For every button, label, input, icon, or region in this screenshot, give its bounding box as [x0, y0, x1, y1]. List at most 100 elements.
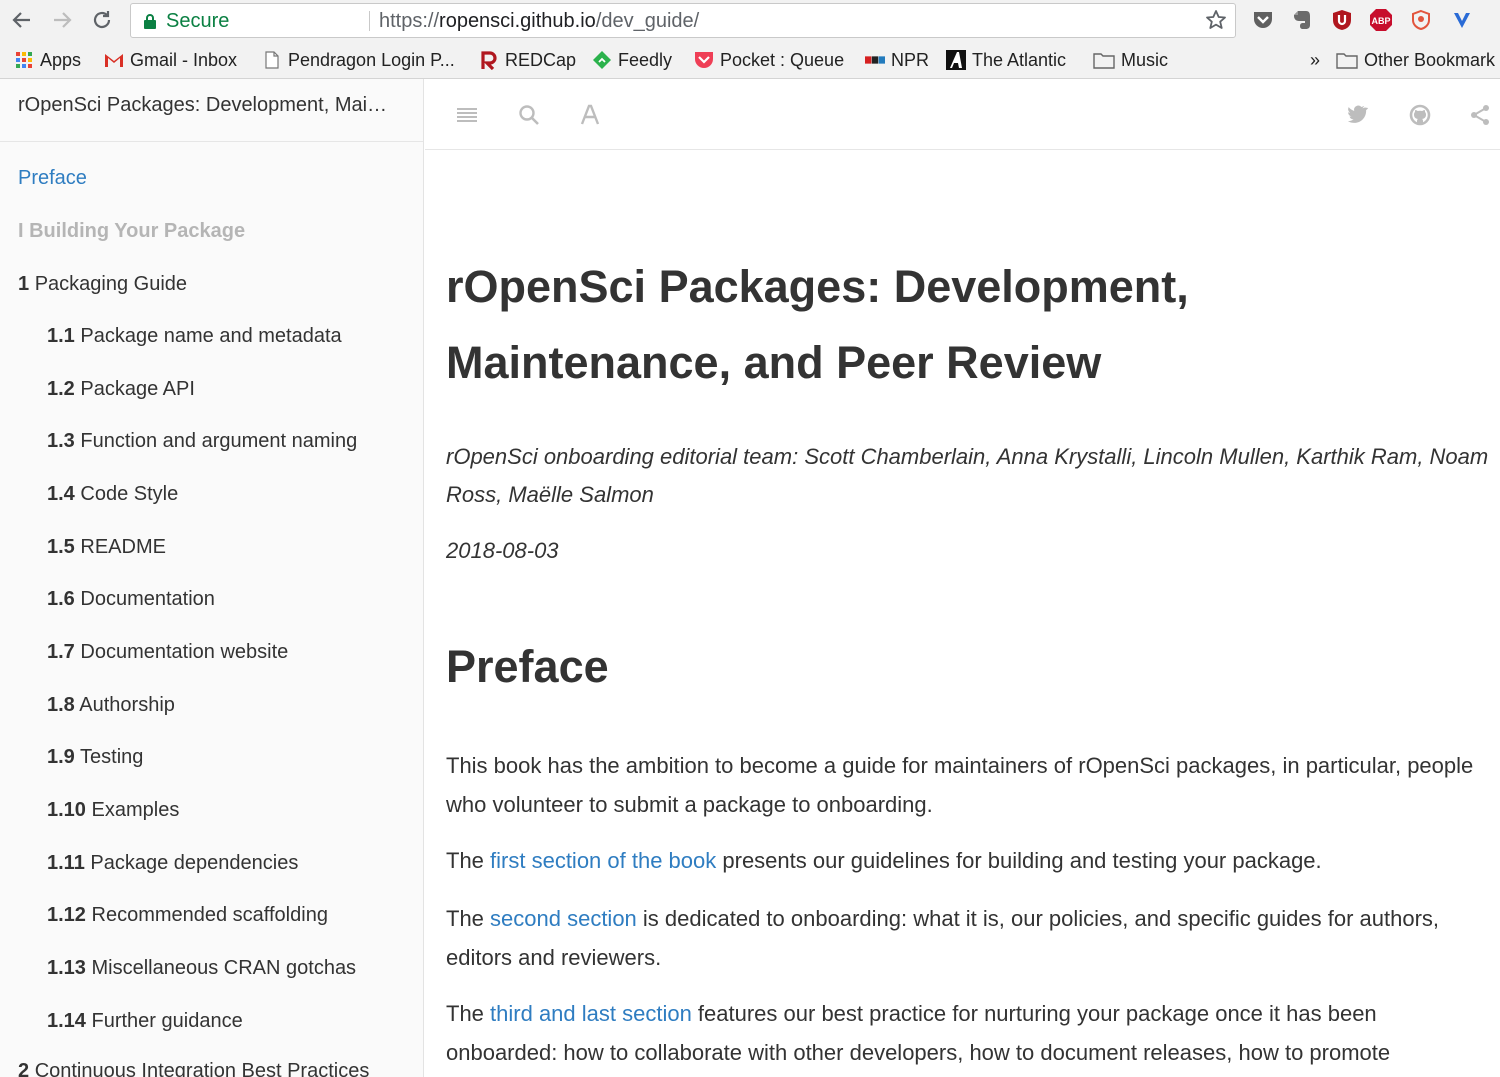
- toc-item[interactable]: 1.12 Recommended scaffolding: [47, 904, 328, 927]
- book-header-toolbar: [425, 79, 1500, 150]
- toc-label: Recommended scaffolding: [91, 904, 328, 926]
- preface-paragraph-4: The third and last section features our …: [446, 994, 1491, 1072]
- bookmark-apps[interactable]: Apps: [14, 49, 81, 71]
- bookmark-label: Pocket : Queue: [720, 49, 845, 70]
- toc-item[interactable]: 1.1 Package name and metadata: [47, 325, 342, 348]
- toc-item[interactable]: 1.13 Miscellaneous CRAN gotchas: [47, 957, 356, 980]
- toggle-sidebar-button[interactable]: [455, 103, 479, 127]
- github-button[interactable]: [1408, 103, 1432, 127]
- toc-item[interactable]: 1.3 Function and argument naming: [47, 430, 357, 453]
- third-section-link[interactable]: third and last section: [490, 1001, 692, 1026]
- reload-button[interactable]: [88, 6, 116, 34]
- privacy-badger-ext-icon[interactable]: [1409, 8, 1433, 32]
- bookmark-other[interactable]: Other Bookmark: [1336, 49, 1495, 71]
- toc-label: Package name and metadata: [80, 325, 342, 347]
- abp-text: ABP: [1371, 16, 1390, 26]
- gmail-icon: [104, 50, 124, 70]
- bookmark-label: The Atlantic: [972, 49, 1067, 70]
- adblock-plus-ext-icon[interactable]: ABP: [1369, 8, 1393, 32]
- ublock-ext-icon[interactable]: [1330, 8, 1354, 32]
- url-host: ropensci.github.io: [439, 10, 596, 32]
- share-button[interactable]: [1468, 103, 1492, 127]
- pocket-ext-icon[interactable]: [1251, 8, 1275, 32]
- browser-toolbar: Secure https://ropensci.github.io/dev_gu…: [0, 0, 1500, 41]
- omnibox-separator: [369, 11, 370, 31]
- preface-heading: Preface: [446, 641, 609, 692]
- address-bar[interactable]: Secure https://ropensci.github.io/dev_gu…: [130, 3, 1236, 38]
- toc-item[interactable]: 1.4 Code Style: [47, 483, 178, 506]
- bookmark-atlantic[interactable]: The Atlantic: [946, 49, 1066, 71]
- page-icon: [262, 50, 282, 70]
- redcap-icon: [479, 50, 499, 70]
- toc-item[interactable]: 1.7 Documentation website: [47, 641, 288, 664]
- forward-arrow-icon: [54, 12, 72, 28]
- toc-item-preface[interactable]: Preface: [18, 167, 87, 190]
- toc-label: Further guidance: [91, 1010, 243, 1032]
- text: The: [446, 848, 491, 873]
- toc-number: 1.10: [47, 799, 86, 821]
- twitter-share-button[interactable]: [1346, 103, 1370, 127]
- toc-item[interactable]: 1.5 README: [47, 536, 166, 559]
- toc-item[interactable]: 1.14 Further guidance: [47, 1010, 243, 1033]
- twitter-icon: [1347, 105, 1369, 123]
- evernote-ext-icon[interactable]: [1290, 8, 1314, 32]
- bookmark-gmail[interactable]: Gmail - Inbox: [104, 49, 237, 71]
- npr-icon: [865, 50, 885, 70]
- toc-item[interactable]: 1.8 Authorship: [47, 694, 175, 717]
- toc-label: Examples: [91, 799, 180, 821]
- share-icon: [1471, 105, 1489, 125]
- toc-number: 1.12: [47, 904, 86, 926]
- bookmark-label: REDCap: [505, 49, 577, 70]
- bookmark-redcap[interactable]: REDCap: [479, 49, 576, 71]
- text: presents our guidelines for building and…: [716, 848, 1322, 873]
- back-button[interactable]: [8, 6, 36, 34]
- bookmark-label: Feedly: [618, 49, 673, 70]
- toc-item[interactable]: 1.6 Documentation: [47, 588, 215, 611]
- book-date: 2018-08-03: [446, 538, 559, 563]
- font-settings-button[interactable]: [578, 103, 602, 127]
- toc-number: 1.14: [47, 1010, 86, 1032]
- toc-item[interactable]: 1.10 Examples: [47, 799, 179, 822]
- bookmark-label: Pendragon Login P...: [288, 49, 455, 70]
- toc-item[interactable]: 1.11 Package dependencies: [47, 852, 298, 875]
- second-section-link[interactable]: second section: [490, 906, 637, 931]
- toc-label: Documentation website: [80, 641, 289, 663]
- toc-number: 2: [18, 1060, 30, 1077]
- toc-number: 1: [18, 273, 30, 295]
- font-icon: [580, 104, 600, 125]
- book-title[interactable]: rOpenSci Packages: Development, Mai…: [18, 94, 408, 117]
- lock-icon: [143, 13, 157, 35]
- toc-number: 1.6: [47, 588, 75, 610]
- toc-item[interactable]: 1.2 Package API: [47, 378, 195, 401]
- vivaldi-ext-icon[interactable]: [1450, 8, 1474, 32]
- toc-part-heading: I Building Your Package: [18, 220, 246, 242]
- toc-chapter-1[interactable]: 1 Packaging Guide: [18, 273, 187, 296]
- toc-number: 1.11: [47, 852, 85, 874]
- title-line-2: Maintenance, and Peer Review: [446, 337, 1102, 388]
- bookmarks-bar: Apps Gmail - Inbox Pendragon Login P... …: [0, 41, 1500, 79]
- toc-label: Testing: [80, 746, 144, 768]
- bookmark-pendragon[interactable]: Pendragon Login P...: [262, 49, 455, 71]
- bookmark-pocket[interactable]: Pocket : Queue: [694, 49, 844, 71]
- bookmarks-overflow-button[interactable]: »: [1310, 49, 1320, 71]
- toc-number: 1.13: [47, 957, 86, 979]
- bookmark-npr[interactable]: NPR: [865, 49, 929, 71]
- preface-paragraph-3: The second section is dedicated to onboa…: [446, 899, 1491, 977]
- back-arrow-icon: [12, 12, 30, 28]
- bookmark-star-icon[interactable]: [1205, 9, 1227, 36]
- toc-number: 1.9: [47, 746, 75, 768]
- search-button[interactable]: [517, 103, 541, 127]
- url-text[interactable]: https://ropensci.github.io/dev_guide/: [379, 10, 699, 33]
- bookmark-feedly[interactable]: Feedly: [592, 49, 672, 71]
- bookmark-music[interactable]: Music: [1093, 49, 1168, 71]
- github-icon: [1409, 104, 1431, 126]
- toc-sidebar: rOpenSci Packages: Development, Mai… Pre…: [0, 79, 424, 1077]
- first-section-link[interactable]: first section of the book: [490, 848, 716, 873]
- atlantic-icon: [946, 50, 966, 70]
- toc-item[interactable]: 1.9 Testing: [47, 746, 143, 769]
- toc-label: README: [80, 536, 166, 558]
- forward-button[interactable]: [48, 6, 76, 34]
- url-path: /dev_guide/: [595, 10, 700, 32]
- toc-label: Code Style: [80, 483, 179, 505]
- toc-chapter-2[interactable]: 2 Continuous Integration Best Practices: [18, 1060, 369, 1077]
